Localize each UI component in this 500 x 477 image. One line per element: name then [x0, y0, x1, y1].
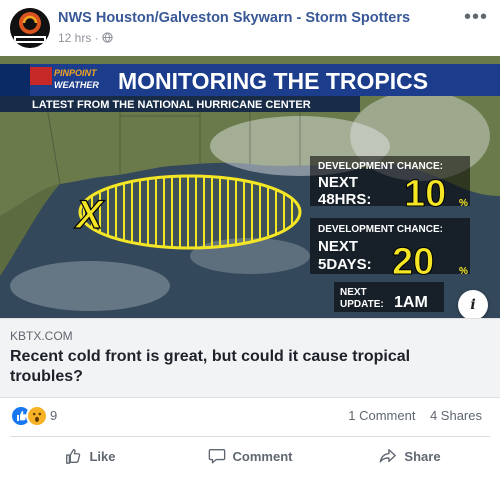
dev-5d-value: 20 [392, 241, 434, 283]
post-header: NWS Houston/Galveston Skywarn - Storm Sp… [10, 6, 490, 48]
svg-text:48HRS:: 48HRS: [318, 191, 371, 208]
svg-text:NEXT: NEXT [318, 174, 358, 191]
share-arrow-icon [380, 449, 397, 463]
brand-weather: WEATHER [54, 80, 99, 90]
thumbs-up-icon [66, 449, 81, 464]
page-avatar[interactable] [10, 8, 50, 48]
link-domain: KBTX.COM [10, 329, 73, 343]
info-icon[interactable]: i [458, 290, 488, 318]
shares-count-link[interactable]: 4 Shares [430, 408, 482, 423]
divider [10, 436, 490, 437]
engagement-stats: 9 1 Comment 4 Shares [10, 404, 490, 428]
post-card: NWS Houston/Galveston Skywarn - Storm Sp… [0, 0, 500, 477]
svg-text:NEXT: NEXT [318, 238, 358, 255]
comments-count-link[interactable]: 1 Comment [348, 408, 415, 423]
svg-text:DEVELOPMENT CHANCE:: DEVELOPMENT CHANCE: [318, 161, 443, 172]
more-options-button[interactable]: ••• [464, 6, 488, 29]
brand-pinpoint: PINPOINT [54, 68, 98, 78]
svg-text:UPDATE:: UPDATE: [340, 299, 384, 310]
post-image[interactable]: PINPOINT WEATHER MONITORING THE TROPICS … [0, 56, 500, 318]
skywarn-logo-icon [10, 8, 50, 48]
svg-text:%: % [459, 198, 468, 209]
action-bar: Like Comment Share [10, 440, 490, 474]
tropics-graphic: PINPOINT WEATHER MONITORING THE TROPICS … [0, 56, 500, 318]
graphic-title: MONITORING THE TROPICS [118, 68, 428, 94]
share-button[interactable]: Share [330, 440, 490, 472]
link-headline[interactable]: Recent cold front is great, but could it… [10, 347, 480, 387]
svg-text:5DAYS:: 5DAYS: [318, 256, 372, 273]
texas-flag-icon [30, 67, 52, 85]
wow-reaction-icon [26, 405, 48, 427]
graphic-subtitle: LATEST FROM THE NATIONAL HURRICANE CENTE… [32, 99, 311, 111]
globe-icon [102, 32, 113, 43]
disturbance-marker: X [74, 193, 105, 237]
comment-button[interactable]: Comment [170, 440, 330, 472]
outlook-area [78, 174, 302, 250]
svg-text:NEXT: NEXT [340, 287, 367, 298]
svg-text:DEVELOPMENT CHANCE:: DEVELOPMENT CHANCE: [318, 224, 443, 235]
like-button[interactable]: Like [10, 440, 170, 472]
comment-bubble-icon [208, 449, 225, 464]
reaction-count: 9 [50, 408, 58, 423]
comment-share-counts: 1 Comment 4 Shares [348, 408, 482, 423]
dev-48h-value: 10 [404, 173, 446, 215]
link-preview[interactable]: KBTX.COM Recent cold front is great, but… [0, 318, 500, 398]
svg-text:%: % [459, 266, 468, 277]
page-name-link[interactable]: NWS Houston/Galveston Skywarn - Storm Sp… [58, 10, 410, 26]
next-update-time: 1AM [394, 294, 428, 311]
timestamp[interactable]: 12 hrs [58, 31, 91, 45]
post-meta: 12 hrs · [58, 31, 113, 45]
